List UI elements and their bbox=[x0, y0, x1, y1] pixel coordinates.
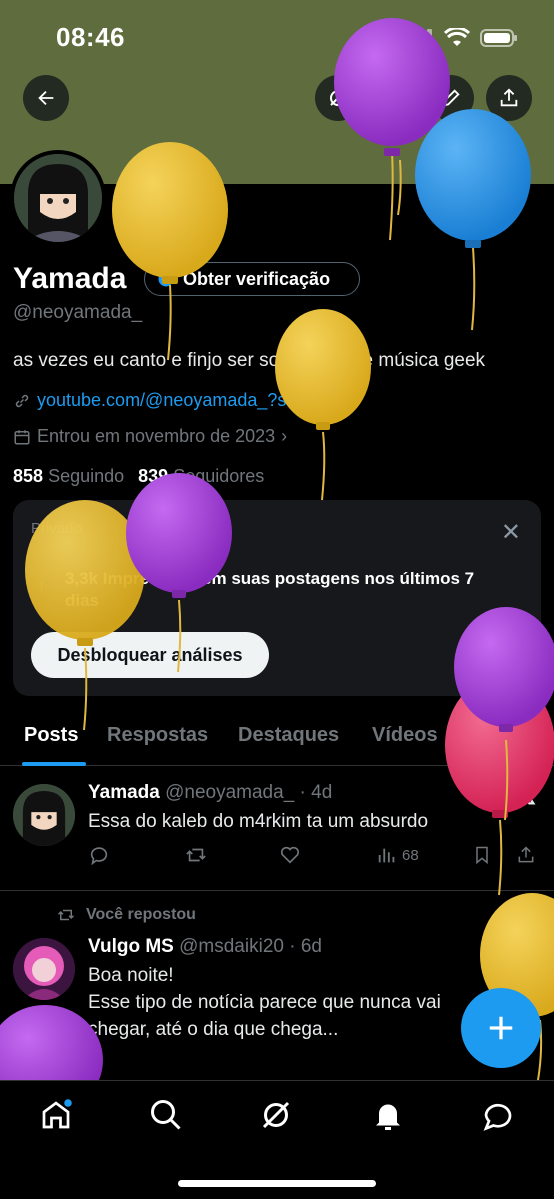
views-count: 68 bbox=[402, 846, 419, 864]
views-icon bbox=[378, 848, 395, 863]
impressions-text: 3,3k Impressões em suas postagens nos úl… bbox=[65, 569, 475, 610]
back-arrow-icon bbox=[38, 90, 54, 106]
nav-messages[interactable] bbox=[480, 1097, 516, 1133]
post-author-name[interactable]: Vulgo MS bbox=[88, 936, 174, 957]
profile-handle: @neoyamada_ bbox=[13, 302, 143, 323]
profile-tabs: Posts Respostas Destaques Vídeos Fotos bbox=[0, 712, 554, 766]
post-text-line: Esse tipo de notícia parece que nunca va… bbox=[88, 992, 441, 1013]
nav-notifications[interactable] bbox=[370, 1097, 406, 1133]
following-link[interactable]: 858 Seguindo bbox=[13, 466, 124, 487]
messages-icon bbox=[483, 1103, 512, 1131]
compose-button[interactable] bbox=[461, 988, 541, 1068]
share-icon bbox=[500, 88, 518, 107]
search-button[interactable] bbox=[370, 75, 416, 121]
profile-name: Yamada bbox=[13, 262, 127, 295]
grok-icon bbox=[330, 90, 346, 106]
battery-icon bbox=[480, 29, 517, 47]
post-author-handle[interactable]: @neoyamada_ bbox=[165, 782, 294, 803]
reply-button[interactable] bbox=[88, 844, 110, 866]
post-author-handle[interactable]: @msdaiki20 bbox=[179, 936, 284, 957]
get-verified-button[interactable]: Obter verificação bbox=[144, 262, 360, 296]
post-header: Yamada @neoyamada_ · 4d bbox=[88, 782, 333, 803]
post-text-line: chegar, até o dia que chega... bbox=[88, 1019, 339, 1040]
explore-icon bbox=[151, 1100, 181, 1130]
share-icon bbox=[518, 846, 534, 863]
profile-avatar[interactable] bbox=[10, 150, 106, 246]
chevron-right-icon: › bbox=[281, 426, 288, 446]
nav-home[interactable] bbox=[38, 1097, 74, 1133]
reply-icon bbox=[90, 847, 108, 866]
close-icon[interactable]: ✕ bbox=[501, 518, 521, 547]
repost-icon bbox=[57, 909, 75, 921]
post-text-line: Boa noite! bbox=[88, 965, 174, 986]
bookmark-button[interactable] bbox=[472, 844, 492, 866]
nav-grok[interactable] bbox=[258, 1097, 294, 1133]
nav-explore[interactable] bbox=[148, 1097, 184, 1133]
repost-label: Você repostou bbox=[86, 906, 196, 923]
tab-videos[interactable]: Vídeos bbox=[372, 724, 438, 747]
post-avatar[interactable] bbox=[13, 938, 75, 1000]
post-time: 6d bbox=[300, 936, 322, 957]
unlock-analytics-button[interactable]: Desbloquear análises bbox=[31, 632, 269, 678]
signal-icon bbox=[406, 29, 432, 48]
tab-replies[interactable]: Respostas bbox=[107, 724, 208, 747]
status-time: 08:46 bbox=[56, 22, 125, 52]
post-author-name[interactable]: Yamada bbox=[88, 782, 160, 803]
notifications-icon bbox=[376, 1104, 400, 1130]
post-actions: 68 bbox=[88, 844, 548, 872]
grok-button[interactable] bbox=[315, 75, 361, 121]
wifi-icon bbox=[444, 28, 470, 46]
edit-pencil-icon bbox=[442, 89, 460, 107]
repost-icon bbox=[186, 848, 206, 862]
post-avatar[interactable] bbox=[13, 784, 75, 846]
get-verified-label: Obter verificação bbox=[183, 268, 331, 289]
link-icon bbox=[15, 394, 29, 407]
heart-icon bbox=[280, 846, 300, 864]
home-icon bbox=[42, 1099, 72, 1129]
x-logo-icon: 𝕏 bbox=[515, 780, 536, 810]
calendar-icon bbox=[14, 429, 30, 444]
profile-bio: as vezes eu canto e finjo ser sommelier … bbox=[13, 350, 486, 371]
status-bar: 08:46 bbox=[0, 18, 554, 58]
profile-joined[interactable]: Entrou em novembro de 2023 › bbox=[13, 426, 287, 447]
tab-photos[interactable]: Fotos bbox=[465, 724, 519, 747]
profile-link-text[interactable]: youtube.com/@neoyamada_?s... bbox=[37, 390, 301, 411]
followers-link[interactable]: 839 Seguidores bbox=[138, 466, 264, 487]
profile-link[interactable]: youtube.com/@neoyamada_?s... bbox=[13, 390, 301, 411]
bookmark-icon bbox=[476, 846, 488, 865]
share-button[interactable] bbox=[486, 75, 532, 121]
post-time: 4d bbox=[311, 782, 333, 803]
compose-plus-icon bbox=[489, 1016, 513, 1040]
following-label: Seguindo bbox=[48, 466, 125, 486]
search-icon bbox=[383, 88, 402, 107]
following-count: 858 bbox=[13, 466, 44, 486]
repost-button[interactable] bbox=[184, 844, 208, 866]
share-post-button[interactable] bbox=[516, 844, 536, 866]
repost-indicator: Você repostou bbox=[56, 906, 196, 924]
followers-label: Seguidores bbox=[173, 466, 265, 486]
views-button[interactable]: 68 bbox=[376, 844, 419, 866]
edit-profile-button[interactable] bbox=[428, 75, 474, 121]
tab-posts[interactable]: Posts bbox=[24, 724, 78, 747]
followers-count: 839 bbox=[138, 466, 169, 486]
like-button[interactable] bbox=[279, 844, 301, 866]
verified-badge-icon bbox=[158, 271, 174, 287]
follow-stats: 858 Seguindo 839 Seguidores bbox=[13, 466, 264, 487]
post-text: Essa do kaleb do m4rkim ta um absurdo bbox=[88, 811, 429, 832]
profile-joined-text: Entrou em novembro de 2023 bbox=[37, 426, 276, 446]
post-header: Vulgo MS @msdaiki20 · 6d bbox=[88, 936, 322, 957]
tab-highlights[interactable]: Destaques bbox=[238, 724, 339, 747]
active-tab-indicator bbox=[22, 762, 86, 766]
trend-up-icon: ↑ bbox=[37, 576, 46, 596]
grok-icon bbox=[262, 1101, 290, 1129]
back-button[interactable] bbox=[23, 75, 69, 121]
home-indicator bbox=[178, 1180, 376, 1187]
private-label: Privado bbox=[31, 520, 82, 537]
analytics-card: Privado ✕ ↑ 3,3k Impressões em suas post… bbox=[13, 500, 541, 696]
